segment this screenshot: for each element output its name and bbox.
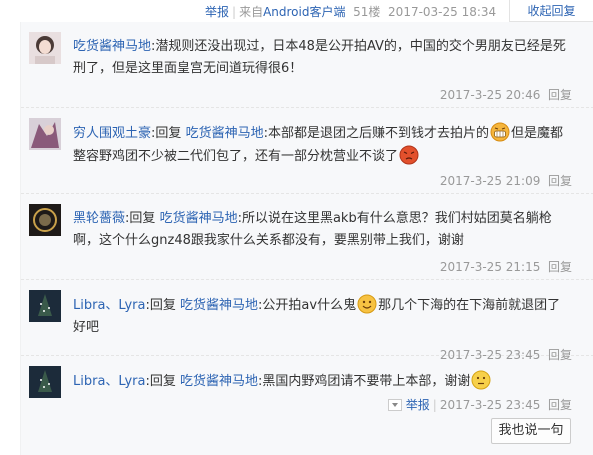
floor-number: 51楼 (353, 5, 381, 19)
smile-emoji (357, 294, 377, 314)
reply-link[interactable]: 回复 (548, 88, 572, 102)
reply-link[interactable]: 回复 (548, 260, 572, 274)
username-link[interactable]: 黑轮薔薇 (73, 211, 125, 226)
client-link[interactable]: Android客户端 (263, 5, 345, 19)
avatar[interactable] (29, 32, 61, 64)
comment-body: :公开拍av什么鬼 (258, 298, 357, 313)
comment-text: Libra、Lyra:回复 吃货酱神马地:公开拍av什么鬼 那几个下海的在下海前就… (73, 294, 573, 339)
divider: | (232, 5, 237, 19)
avatar[interactable] (29, 366, 61, 398)
username-link[interactable]: 穷人围观土豪 (73, 126, 151, 141)
comment-text: 吃货酱神马地:潜规则还没出现过，日本48是公开拍AV的，中国的交个男朋友已经是死… (73, 36, 573, 80)
sub-reply-item: 穷人围观土豪:回复 吃货酱神马地:本部都是退团之后赚不到钱才去拍片的 但是魔都整容… (21, 108, 593, 194)
divider: | (432, 398, 437, 412)
report-link[interactable]: 举报 (205, 5, 229, 19)
avatar[interactable] (29, 290, 61, 322)
post-time: 2017-03-25 18:34 (388, 5, 497, 19)
report-link[interactable]: 举报 (406, 398, 430, 412)
grin-emoji (490, 122, 510, 142)
sub-reply-panel: 吃货酱神马地:潜规则还没出现过，日本48是公开拍AV的，中国的交个男朋友已经是死… (20, 22, 593, 455)
comment-time: 2017-3-25 21:09 (439, 174, 541, 188)
comment-text: 穷人围观土豪:回复 吃货酱神马地:本部都是退团之后赚不到钱才去拍片的 但是魔都整容… (73, 122, 573, 168)
angry-emoji (399, 145, 419, 165)
from-label: 来自 (239, 5, 264, 19)
reply-to-user-link[interactable]: 吃货酱神马地 (180, 298, 258, 313)
reply-label: 回复 (155, 126, 182, 141)
comment-time: 2017-3-25 23:45 (439, 398, 541, 412)
more-dropdown-icon[interactable] (387, 399, 402, 411)
comment-text: Libra、Lyra:回复 吃货酱神马地:黑国内野鸡团请不要带上本部，谢谢 (73, 370, 573, 393)
reply-to-user-link[interactable]: 吃货酱神马地 (186, 126, 264, 141)
floor-meta-bar: 举报 | 来自Android客户端 51楼 2017-03-25 18:34 收起回… (0, 0, 593, 22)
reply-label: 回复 (149, 298, 176, 313)
comment-text: 黑轮薔薇:回复 吃货酱神马地:所以说在这里黑akb有什么意思？我们村姑团莫名躺枪… (73, 211, 552, 248)
reply-to-user-link[interactable]: 吃货酱神马地 (180, 374, 258, 389)
floor-meta: 举报 | 来自Android客户端 51楼 2017-03-25 18:34 (205, 3, 496, 20)
reply-label: 回复 (129, 211, 156, 226)
sub-reply-item: Libra、Lyra:回复 吃货酱神马地:黑国内野鸡团请不要带上本部，谢谢 举报… (21, 356, 593, 414)
comment-footer: 2017-3-25 21:09 回复 (440, 172, 572, 189)
reply-link[interactable]: 回复 (548, 398, 572, 412)
comment-body: :本部都是退团之后赚不到钱才去拍片的 (263, 126, 489, 141)
comment-footer: 2017-3-25 20:46 回复 (440, 86, 572, 103)
sub-reply-item: Libra、Lyra:回复 吃货酱神马地:公开拍av什么鬼 那几个下海的在下海前就… (21, 280, 593, 362)
comment-time: 2017-3-25 21:15 (439, 260, 541, 274)
comment-time: 2017-3-25 20:46 (439, 88, 541, 102)
comment-footer: 举报 | 2017-3-25 23:45 回复 (387, 396, 572, 413)
speechless-emoji (471, 370, 491, 390)
comment-footer: 2017-3-25 21:15 回复 (440, 258, 572, 275)
username-link[interactable]: Libra、Lyra (73, 298, 145, 313)
sub-reply-item: 吃货酱神马地:潜规则还没出现过，日本48是公开拍AV的，中国的交个男朋友已经是死… (21, 22, 593, 108)
reply-link[interactable]: 回复 (548, 174, 572, 188)
sub-reply-item: 黑轮薔薇:回复 吃货酱神马地:所以说在这里黑akb有什么意思？我们村姑团莫名躺枪… (21, 194, 593, 280)
avatar[interactable] (29, 204, 61, 236)
comment-body: :黑国内野鸡团请不要带上本部，谢谢 (258, 374, 471, 389)
collapse-replies-button[interactable]: 收起回复 (509, 0, 593, 22)
say-something-button[interactable]: 我也说一句 (491, 418, 571, 444)
reply-to-user-link[interactable]: 吃货酱神马地 (160, 211, 238, 226)
avatar[interactable] (29, 118, 61, 150)
reply-label: 回复 (149, 374, 176, 389)
username-link[interactable]: 吃货酱神马地 (73, 39, 151, 54)
username-link[interactable]: Libra、Lyra (73, 374, 145, 389)
